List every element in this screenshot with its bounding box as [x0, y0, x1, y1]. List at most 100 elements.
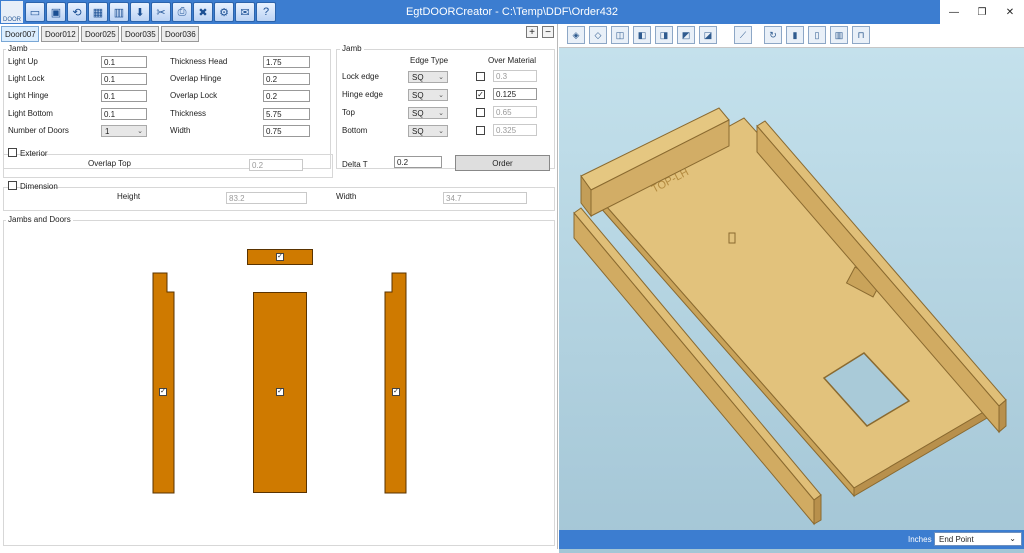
number-of-doors-select[interactable]: 1 ⌄: [101, 125, 147, 137]
chevron-down-icon: ⌄: [438, 74, 444, 81]
tab-door025[interactable]: Door025: [81, 26, 119, 42]
close-icon[interactable]: ✕: [996, 0, 1024, 24]
over-material-header: Over Material: [488, 56, 537, 65]
overlap-lock-input[interactable]: 0.2: [263, 90, 310, 102]
height-label: Height: [117, 192, 141, 201]
top-label: Top: [342, 108, 355, 117]
dimension-label: Dimension: [20, 182, 58, 191]
bottom-edge-value: SQ: [412, 127, 424, 136]
light-up-label: Light Up: [8, 57, 38, 66]
lock-edge-over-input[interactable]: 0.3: [493, 70, 537, 82]
left-jamb-piece[interactable]: [150, 272, 180, 494]
snap-mode-select[interactable]: End Point ⌄: [934, 532, 1022, 546]
view-top-icon[interactable]: ◪: [699, 26, 717, 44]
chevron-down-icon: ⌄: [137, 128, 143, 135]
lock-edge-label: Lock edge: [342, 72, 379, 81]
3d-viewport[interactable]: TOP-LH: [559, 48, 1024, 553]
head-jamb-piece[interactable]: ✓: [247, 249, 313, 265]
light-bottom-label: Light Bottom: [8, 109, 53, 118]
width-input[interactable]: 0.75: [263, 125, 310, 137]
snap-mode-value: End Point: [939, 535, 974, 544]
bottom-label: Bottom: [342, 126, 368, 135]
jamb-edge-group-title: Jamb: [340, 44, 364, 53]
view-iso-icon[interactable]: ◇: [589, 26, 607, 44]
rotate-icon[interactable]: ↻: [764, 26, 782, 44]
chevron-down-icon: ⌄: [438, 110, 444, 117]
tab-door012[interactable]: Door012: [41, 26, 79, 42]
tab-door036[interactable]: Door036: [161, 26, 199, 42]
delta-t-input[interactable]: 0.2: [394, 156, 442, 168]
height-input[interactable]: 83.2: [226, 192, 307, 204]
overlap-hinge-input[interactable]: 0.2: [263, 73, 310, 85]
frame-view-icon[interactable]: ⊓: [852, 26, 870, 44]
bottom-edge-select[interactable]: SQ ⌄: [408, 125, 448, 137]
light-hinge-label: Light Hinge: [8, 91, 49, 100]
top-edge-select[interactable]: SQ ⌄: [408, 107, 448, 119]
jamb-group-title: Jamb: [6, 44, 30, 53]
light-bottom-input[interactable]: 0.1: [101, 108, 147, 120]
overlap-hinge-label: Overlap Hinge: [170, 74, 222, 83]
add-tab-button[interactable]: +: [526, 26, 538, 38]
lock-edge-select[interactable]: SQ ⌄: [408, 71, 448, 83]
number-of-doors-label: Number of Doors: [8, 126, 69, 135]
lock-edge-value: SQ: [412, 73, 424, 82]
window-title: EgtDOORCreator - C:\Temp\DDF\Order432: [405, 6, 619, 18]
right-jamb-piece[interactable]: [382, 272, 412, 494]
tab-door035[interactable]: Door035: [121, 26, 159, 42]
minimize-icon[interactable]: —: [940, 0, 968, 24]
exterior-label: Exterior: [20, 149, 48, 158]
view-right-icon[interactable]: ◩: [677, 26, 695, 44]
overlap-top-label: Overlap Top: [88, 159, 131, 168]
units-label: Inches: [908, 535, 932, 544]
hinge-edge-checkbox[interactable]: ✓: [476, 90, 485, 99]
dim-width-input[interactable]: 34.7: [443, 192, 527, 204]
light-lock-label: Light Lock: [8, 74, 45, 83]
delta-t-label: Delta T: [342, 160, 368, 169]
view-back-icon[interactable]: ◧: [633, 26, 651, 44]
light-lock-input[interactable]: 0.1: [101, 73, 147, 85]
thickness-label: Thickness: [170, 109, 207, 118]
lock-edge-checkbox[interactable]: [476, 72, 485, 81]
hinge-edge-over-input[interactable]: 0.125: [493, 88, 537, 100]
all-view-icon[interactable]: ▥: [830, 26, 848, 44]
thickness-input[interactable]: 5.75: [263, 108, 310, 120]
measure-icon[interactable]: ⟋: [734, 26, 752, 44]
door-view-icon[interactable]: ▮: [786, 26, 804, 44]
chevron-down-icon: ⌄: [438, 128, 444, 135]
number-of-doors-value: 1: [105, 127, 110, 136]
overlap-top-input[interactable]: 0.2: [249, 159, 303, 171]
jambs-view-icon[interactable]: ▯: [808, 26, 826, 44]
head-jamb-checkbox[interactable]: ✓: [276, 253, 284, 261]
tab-door007[interactable]: Door007: [1, 26, 39, 42]
left-jamb-checkbox[interactable]: ✓: [159, 388, 167, 396]
exterior-checkbox[interactable]: [8, 148, 17, 157]
door-slab-piece[interactable]: ✓: [253, 292, 307, 493]
right-jamb-checkbox[interactable]: ✓: [392, 388, 400, 396]
chevron-down-icon: ⌄: [438, 92, 444, 99]
dimension-checkbox[interactable]: [8, 181, 17, 190]
remove-tab-button[interactable]: −: [542, 26, 554, 38]
order-button[interactable]: Order: [455, 155, 550, 171]
thickness-head-label: Thickness Head: [170, 57, 228, 66]
view-home-icon[interactable]: ◈: [567, 26, 585, 44]
top-edge-checkbox[interactable]: [476, 108, 485, 117]
view-front-icon[interactable]: ◫: [611, 26, 629, 44]
title-bar: DOOR ▭ ▣ ⟲ ▦ ▥ ⬇ ✂ ⎙ ✖ ⚙ ✉ ? EgtDOORCrea…: [0, 0, 1024, 24]
thickness-head-input[interactable]: 1.75: [263, 56, 310, 68]
chevron-down-icon: ⌄: [1009, 534, 1016, 543]
light-up-input[interactable]: 0.1: [101, 56, 147, 68]
3d-view-panel: ◈ ◇ ◫ ◧ ◨ ◩ ◪ ⟋ ↻ ▮ ▯ ▥ ⊓ TOP-LH Inches …: [559, 24, 1024, 553]
restore-icon[interactable]: ❐: [968, 0, 996, 24]
jambs-doors-title: Jambs and Doors: [6, 215, 73, 224]
light-hinge-input[interactable]: 0.1: [101, 90, 147, 102]
bottom-over-input[interactable]: 0.325: [493, 124, 537, 136]
top-over-input[interactable]: 0.65: [493, 106, 537, 118]
hinge-edge-label: Hinge edge: [342, 90, 383, 99]
view-toolbar: ◈ ◇ ◫ ◧ ◨ ◩ ◪ ⟋ ↻ ▮ ▯ ▥ ⊓: [559, 24, 1024, 48]
overlap-lock-label: Overlap Lock: [170, 91, 218, 100]
hinge-edge-select[interactable]: SQ ⌄: [408, 89, 448, 101]
door-slab-checkbox[interactable]: ✓: [276, 388, 284, 396]
view-left-icon[interactable]: ◨: [655, 26, 673, 44]
bottom-edge-checkbox[interactable]: [476, 126, 485, 135]
top-edge-value: SQ: [412, 109, 424, 118]
